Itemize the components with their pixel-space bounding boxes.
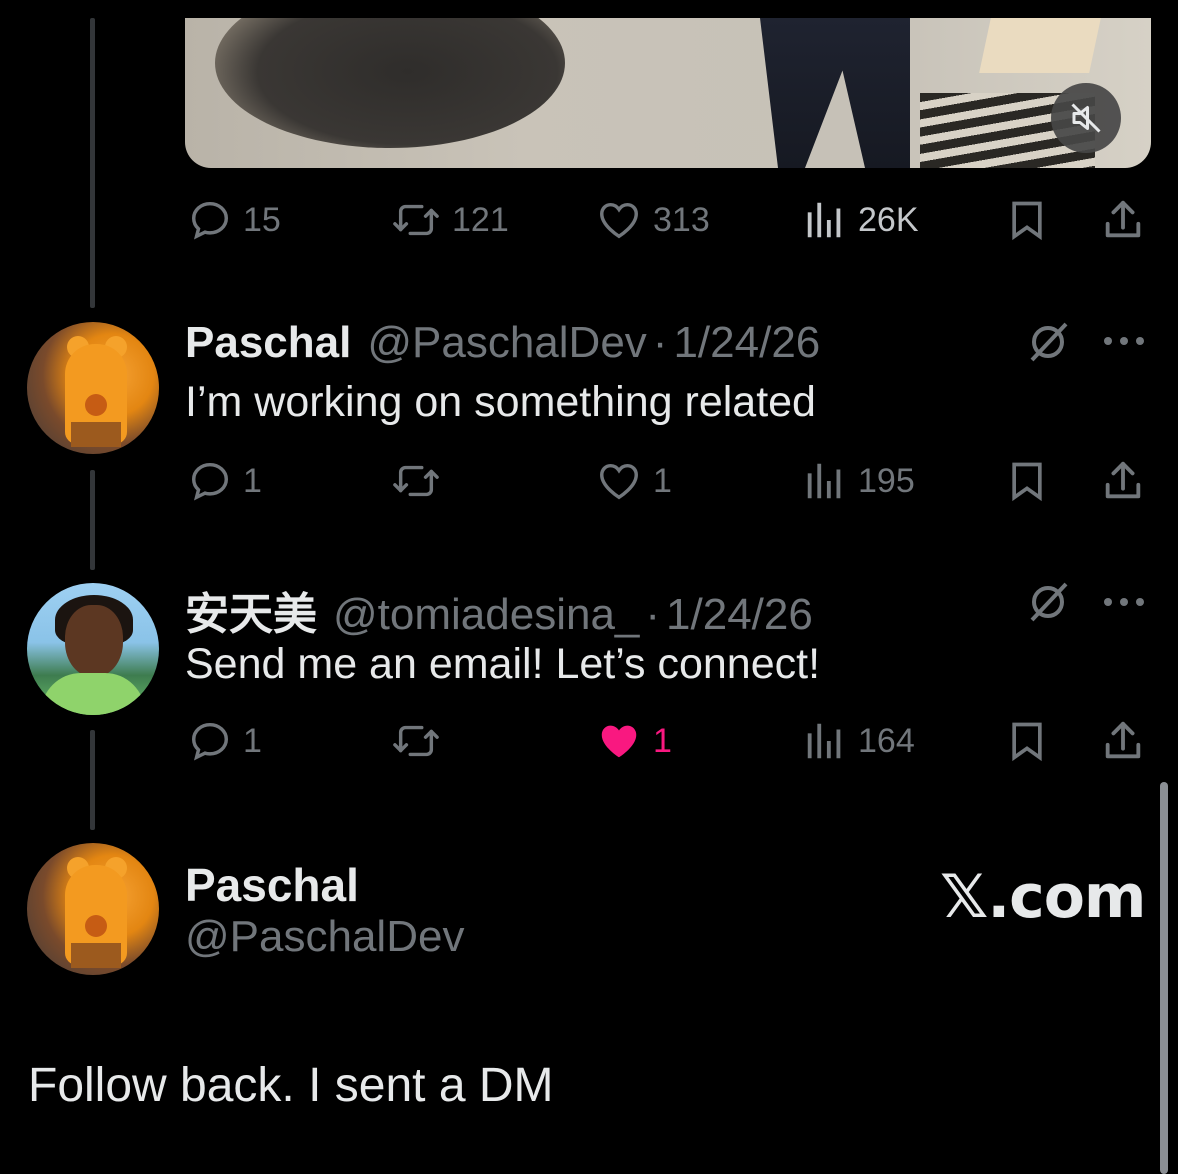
reply-header: 安天美 @tomiadesina_ · 1/24/26	[185, 578, 813, 642]
share-icon	[1105, 721, 1141, 759]
reply-icon	[191, 201, 229, 240]
share-button[interactable]	[1100, 197, 1146, 243]
repost-count: 121	[452, 200, 509, 239]
reply-count: 1	[243, 721, 262, 760]
heart-icon	[600, 202, 638, 239]
bookmark-button[interactable]	[1005, 458, 1049, 504]
share-button[interactable]	[1100, 718, 1146, 764]
bookmark-button[interactable]	[1005, 718, 1049, 764]
unmute-button[interactable]	[1051, 83, 1121, 153]
reply-button[interactable]: 15	[187, 197, 281, 243]
reply-button[interactable]: 1	[187, 458, 262, 504]
heart-filled-icon	[601, 725, 637, 758]
grok-icon[interactable]	[1024, 318, 1072, 366]
repost-button[interactable]	[390, 458, 452, 504]
avatar[interactable]	[27, 583, 159, 715]
heart-icon	[600, 463, 638, 500]
reply-count: 15	[243, 200, 281, 239]
reply-button[interactable]: 1	[187, 718, 262, 764]
avatar-art	[71, 943, 121, 968]
speaker-muted-icon	[1071, 103, 1101, 133]
views-chart-icon	[807, 202, 841, 238]
thread-line	[90, 470, 95, 570]
reply-icon	[191, 462, 229, 501]
avatar-art	[71, 422, 121, 447]
views-count: 164	[858, 721, 915, 760]
repost-icon	[393, 204, 439, 236]
share-icon	[1105, 461, 1141, 499]
repost-icon	[393, 725, 439, 757]
author-handle[interactable]: @PaschalDev	[367, 318, 646, 368]
author-name[interactable]: Paschal	[185, 318, 351, 368]
post-text: Follow back. I sent a DM	[28, 1059, 554, 1112]
avatar-art	[65, 605, 123, 677]
author-name[interactable]: Paschal	[185, 858, 359, 912]
more-options-icon[interactable]	[1100, 326, 1148, 356]
views-chart-icon	[807, 463, 841, 499]
thread-line	[90, 18, 95, 308]
avatar-art	[85, 394, 107, 416]
views-count: 195	[858, 461, 915, 500]
reply-text: I’m working on something related	[185, 378, 816, 426]
avatar-art	[41, 673, 145, 715]
reply-text: Send me an email! Let’s connect!	[185, 640, 821, 688]
views-button[interactable]: 26K	[802, 197, 919, 243]
video-scene-paper	[979, 18, 1101, 73]
thread-line	[90, 730, 95, 830]
separator: ·	[652, 318, 668, 367]
like-count: 313	[653, 200, 710, 239]
like-button[interactable]: 1	[595, 718, 672, 764]
like-count: 1	[653, 721, 672, 760]
repost-button[interactable]	[390, 718, 452, 764]
share-icon	[1105, 200, 1141, 238]
more-options-icon[interactable]	[1100, 587, 1148, 617]
like-count: 1	[653, 461, 672, 500]
post-date[interactable]: 1/24/26	[673, 318, 820, 368]
views-count: 26K	[858, 200, 919, 239]
reply-icon	[191, 722, 229, 761]
bookmark-icon	[1012, 462, 1042, 502]
author-name[interactable]: 安天美	[185, 578, 317, 642]
scrollbar[interactable]	[1160, 782, 1168, 1174]
avatar[interactable]	[27, 322, 159, 454]
author-handle[interactable]: @tomiadesina_	[333, 590, 639, 640]
bookmark-button[interactable]	[1005, 197, 1049, 243]
bookmark-icon	[1012, 201, 1042, 241]
grok-icon[interactable]	[1024, 578, 1072, 626]
video-scene-manhole	[215, 18, 565, 148]
like-button[interactable]: 1	[595, 458, 672, 504]
bookmark-icon	[1012, 722, 1042, 762]
like-button[interactable]: 313	[595, 197, 710, 243]
repost-button[interactable]: 121	[390, 197, 509, 243]
avatar[interactable]	[27, 843, 159, 975]
share-button[interactable]	[1100, 458, 1146, 504]
x-com-logo: 𝕏.com	[940, 862, 1146, 932]
avatar-art	[85, 915, 107, 937]
post-video[interactable]	[185, 18, 1151, 168]
author-handle[interactable]: @PaschalDev	[185, 912, 464, 962]
views-chart-icon	[807, 723, 841, 759]
separator: ·	[645, 590, 661, 639]
reply-count: 1	[243, 461, 262, 500]
reply-header: Paschal @PaschalDev · 1/24/26	[185, 318, 820, 368]
repost-icon	[393, 465, 439, 497]
views-button[interactable]: 164	[802, 718, 915, 764]
video-scene-person	[760, 18, 910, 168]
post-date[interactable]: 1/24/26	[666, 590, 813, 640]
views-button[interactable]: 195	[802, 458, 915, 504]
